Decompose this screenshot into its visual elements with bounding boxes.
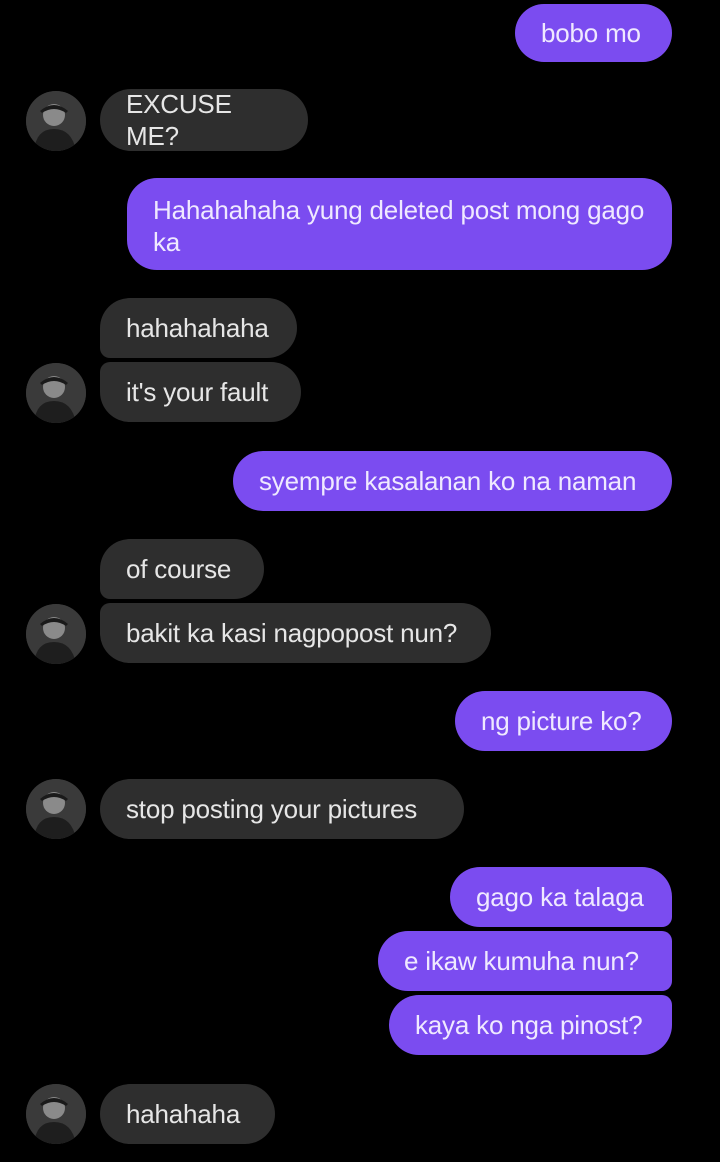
sent-message-bubble[interactable]: kaya ko nga pinost?	[389, 995, 672, 1055]
received-message-bubble[interactable]: of course	[100, 539, 264, 599]
contact-avatar-icon[interactable]	[26, 91, 86, 151]
contact-avatar-icon[interactable]	[26, 604, 86, 664]
message-thread: bobo mo EXCUSE ME? Hahahahaha yung delet…	[0, 0, 720, 1162]
sent-message-bubble[interactable]: gago ka talaga	[450, 867, 672, 927]
sent-message-bubble[interactable]: syempre kasalanan ko na naman	[233, 451, 672, 511]
sent-message-bubble[interactable]: bobo mo	[515, 4, 672, 62]
contact-avatar-icon[interactable]	[26, 779, 86, 839]
received-message-bubble[interactable]: bakit ka kasi nagpopost nun?	[100, 603, 491, 663]
received-message-bubble[interactable]: hahahahaha	[100, 298, 297, 358]
sent-message-bubble[interactable]: ng picture ko?	[455, 691, 672, 751]
contact-avatar-icon[interactable]	[26, 363, 86, 423]
received-message-bubble[interactable]: hahahaha	[100, 1084, 275, 1144]
received-message-bubble[interactable]: stop posting your pictures	[100, 779, 464, 839]
received-message-bubble[interactable]: it's your fault	[100, 362, 301, 422]
received-message-bubble[interactable]: EXCUSE ME?	[100, 89, 308, 151]
sent-message-bubble[interactable]: Hahahahaha yung deleted post mong gago k…	[127, 178, 672, 270]
contact-avatar-icon[interactable]	[26, 1084, 86, 1144]
sent-message-bubble[interactable]: e ikaw kumuha nun?	[378, 931, 672, 991]
